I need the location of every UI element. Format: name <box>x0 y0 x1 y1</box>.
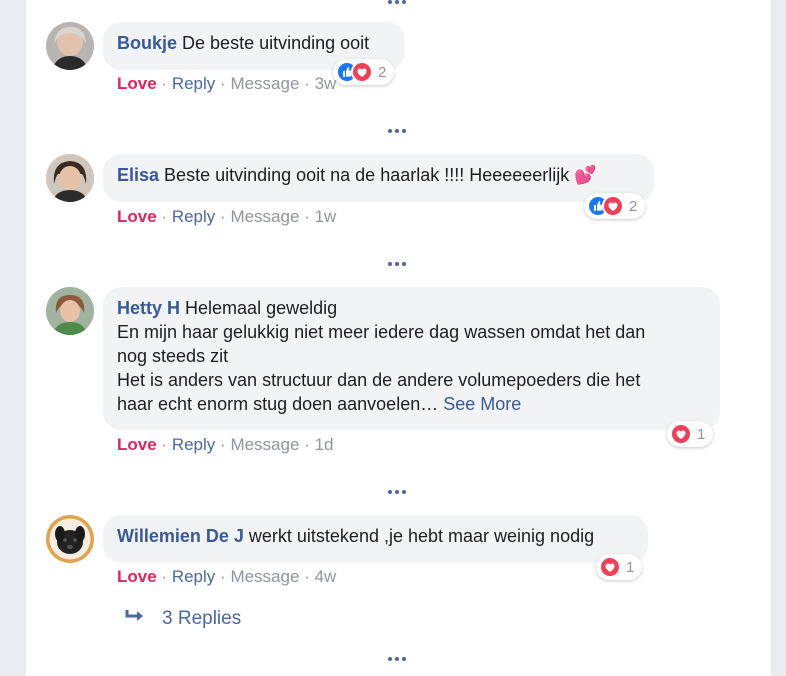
more-options-icon[interactable] <box>388 262 408 266</box>
separator: · <box>161 74 168 93</box>
comment-author[interactable]: Boukje <box>117 33 177 53</box>
comment-timestamp[interactable]: 4w <box>315 567 337 586</box>
separator: · <box>161 435 168 454</box>
avatar-willemien-image <box>46 515 94 563</box>
reaction-count: 1 <box>626 558 635 576</box>
separator: · <box>220 435 226 454</box>
separator: · <box>220 567 226 586</box>
comment-text-line: En mijn haar gelukkig niet meer iedere d… <box>117 322 646 342</box>
message-button[interactable]: Message <box>230 435 299 454</box>
avatar-hetty-image <box>46 287 94 335</box>
avatar[interactable] <box>46 22 94 70</box>
comment-author[interactable]: Willemien De J <box>117 526 244 546</box>
comment-bubble: Elisa Beste uitvinding ooit na de haarla… <box>103 154 654 202</box>
comment-actions: Love · Reply · Message · 3w <box>117 73 336 95</box>
reply-arrow-icon <box>124 607 146 631</box>
message-button[interactable]: Message <box>230 567 299 586</box>
love-icon <box>599 556 621 578</box>
comment-author[interactable]: Hetty H <box>117 298 180 318</box>
reaction-summary[interactable]: 2 <box>333 59 395 85</box>
love-button[interactable]: Love <box>117 207 157 226</box>
comment-actions: Love · Reply · Message · 1w <box>117 206 336 228</box>
reply-button[interactable]: Reply <box>172 567 215 586</box>
avatar[interactable] <box>46 287 94 335</box>
love-icon <box>670 423 692 445</box>
avatar[interactable] <box>46 515 94 563</box>
reaction-count: 1 <box>697 425 706 443</box>
comment-text: werkt uitstekend ,je hebt maar weinig no… <box>248 526 595 546</box>
avatar-boukje-image <box>46 22 94 70</box>
reply-button[interactable]: Reply <box>172 207 215 226</box>
message-button[interactable]: Message <box>230 74 299 93</box>
more-options-icon[interactable] <box>388 0 408 4</box>
comment-text: Beste uitvinding ooit na de haarlak !!!!… <box>164 165 570 185</box>
comment-author[interactable]: Elisa <box>117 165 159 185</box>
comment-text-line: Het is anders van structuur dan de ander… <box>117 370 641 390</box>
comment-actions: Love · Reply · Message · 4w <box>117 566 336 588</box>
avatar-elisa-image <box>46 154 94 202</box>
more-options-icon[interactable] <box>388 657 408 661</box>
reply-button[interactable]: Reply <box>172 435 215 454</box>
separator: · <box>161 567 168 586</box>
message-button[interactable]: Message <box>230 207 299 226</box>
reaction-count: 2 <box>378 63 387 81</box>
separator: · <box>220 207 226 226</box>
comment-text: Helemaal geweldig <box>185 298 338 318</box>
comment-text: De beste uitvinding ooit <box>182 33 370 53</box>
separator: · <box>220 74 226 93</box>
comment-actions: Love · Reply · Message · 1d <box>117 434 333 456</box>
reply-button[interactable]: Reply <box>172 74 215 93</box>
love-button[interactable]: Love <box>117 567 157 586</box>
more-options-icon[interactable] <box>388 490 408 494</box>
comment-text-line: nog steeds zit <box>117 346 229 366</box>
separator: · <box>304 207 310 226</box>
comment-timestamp[interactable]: 1d <box>315 435 334 454</box>
love-button[interactable]: Love <box>117 74 157 93</box>
separator: · <box>304 74 310 93</box>
reaction-count: 2 <box>629 197 638 215</box>
reaction-summary[interactable]: 1 <box>667 421 714 447</box>
comment-bubble: Hetty H Helemaal geweldig En mijn haar g… <box>103 287 720 430</box>
reaction-summary[interactable]: 1 <box>596 554 643 580</box>
view-replies-link[interactable]: 3 Replies <box>124 607 241 631</box>
comment-text-line: haar echt enorm stug doen aanvoelen… <box>117 394 439 414</box>
love-icon <box>602 195 624 217</box>
reaction-summary[interactable]: 2 <box>584 193 646 219</box>
comment-bubble: Willemien De J werkt uitstekend ,je hebt… <box>103 515 648 563</box>
see-more-link[interactable]: See More <box>443 394 521 414</box>
separator: · <box>161 207 168 226</box>
avatar[interactable] <box>46 154 94 202</box>
more-options-icon[interactable] <box>388 129 408 133</box>
separator: · <box>304 567 310 586</box>
love-icon <box>351 61 373 83</box>
comment-timestamp[interactable]: 3w <box>315 74 337 93</box>
replies-label[interactable]: 3 Replies <box>162 608 241 630</box>
separator: · <box>304 435 310 454</box>
comment-timestamp[interactable]: 1w <box>315 207 337 226</box>
two-hearts-emoji: 💕 <box>574 165 597 185</box>
love-button[interactable]: Love <box>117 435 157 454</box>
